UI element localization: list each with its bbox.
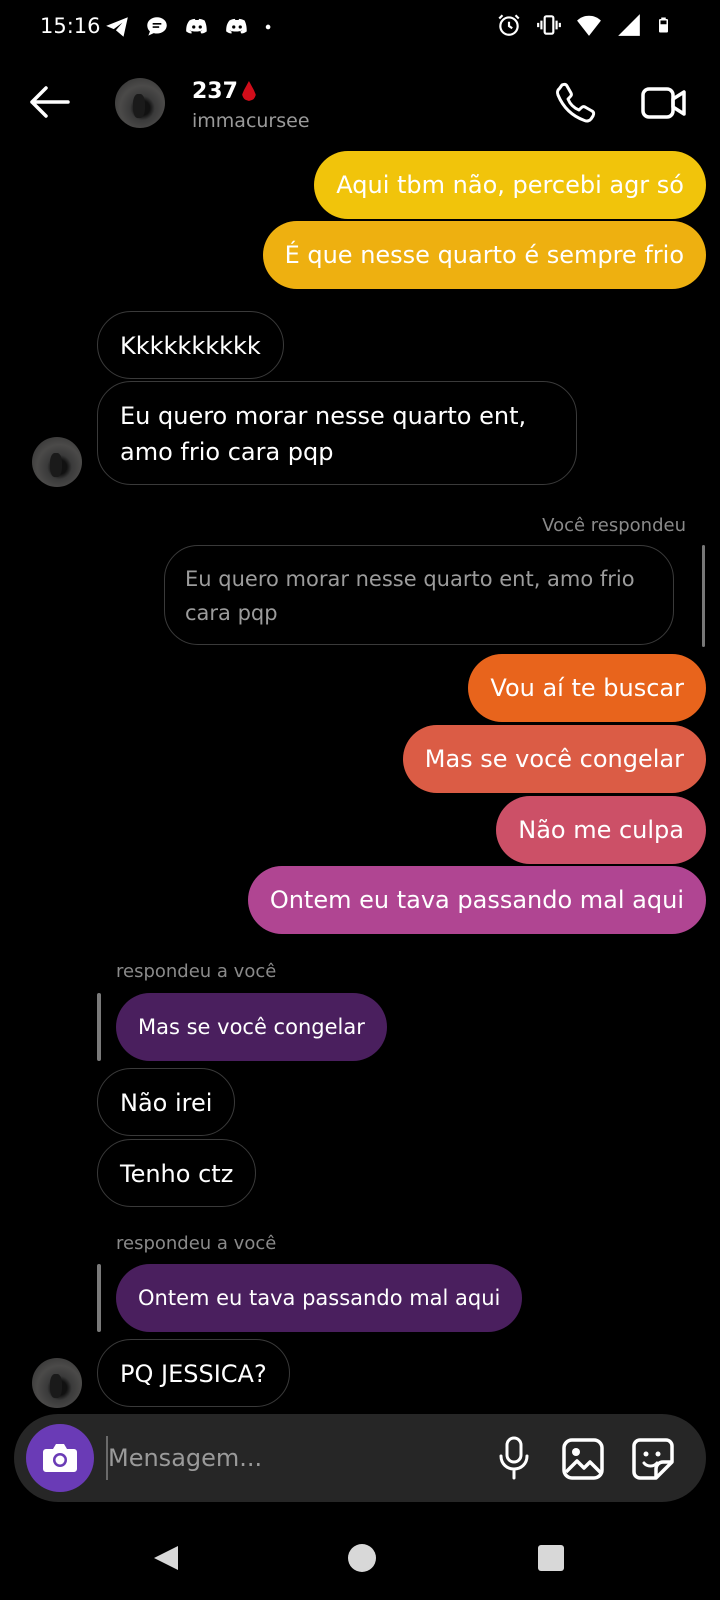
system-icons — [496, 12, 674, 38]
system-navbar — [0, 1520, 720, 1600]
microphone-icon[interactable] — [494, 1434, 534, 1482]
video-camera-icon[interactable] — [640, 80, 688, 126]
nav-recents-icon[interactable] — [538, 1545, 564, 1571]
reply-indicator-bar — [702, 545, 705, 647]
reply-label: Você respondeu — [542, 515, 686, 536]
reply-quote[interactable]: Mas se você congelar — [116, 993, 387, 1061]
chat-bubble-icon — [147, 17, 167, 36]
battery-icon — [659, 17, 668, 33]
message-outgoing[interactable]: Não me culpa — [496, 796, 706, 864]
notification-icons — [104, 14, 278, 40]
contact-username[interactable]: immacursee — [192, 110, 310, 132]
camera-icon — [43, 1444, 77, 1472]
status-bar: 15:16 — [0, 0, 720, 56]
message-outgoing[interactable]: Aqui tbm não, percebi agr só — [314, 151, 706, 219]
message-incoming[interactable]: Tenho ctz — [97, 1139, 257, 1207]
alarm-icon — [498, 14, 520, 36]
avatar[interactable] — [32, 437, 82, 487]
reply-label: respondeu a você — [116, 1233, 277, 1254]
reply-label: respondeu a você — [116, 961, 277, 982]
message-line: Eu quero morar nesse quarto ent, — [120, 402, 527, 430]
sticker-icon[interactable] — [630, 1436, 676, 1482]
message-outgoing[interactable]: Ontem eu tava passando mal aqui — [247, 866, 706, 934]
wifi-icon — [577, 15, 601, 36]
drop-of-blood-emoji — [241, 81, 256, 101]
nav-back-icon[interactable] — [150, 1542, 182, 1574]
message-composer — [14, 1414, 706, 1502]
chat-header: 237 immacursee — [0, 70, 720, 140]
message-incoming[interactable]: Não irei — [97, 1068, 236, 1136]
reply-quote[interactable]: Eu quero morar nesse quarto ent, amo fri… — [164, 545, 674, 645]
gallery-icon[interactable] — [560, 1436, 606, 1482]
reply-indicator-bar — [97, 1264, 101, 1332]
discord-icon — [226, 18, 247, 34]
quote-line: cara pqp — [185, 601, 278, 625]
telegram-icon — [106, 17, 128, 37]
message-outgoing[interactable]: É que nesse quarto é sempre frio — [262, 221, 706, 289]
phone-icon[interactable] — [553, 80, 599, 126]
signal-icon — [618, 14, 640, 36]
contact-name[interactable]: 237 — [192, 78, 256, 104]
discord-icon — [186, 18, 207, 34]
reply-indicator-bar — [97, 993, 101, 1061]
message-incoming[interactable]: Eu quero morar nesse quarto ent, amo fri… — [97, 381, 577, 485]
camera-button[interactable] — [26, 1424, 94, 1492]
contact-name-text: 237 — [192, 79, 238, 104]
message-incoming[interactable]: PQ JESSICA? — [97, 1339, 290, 1407]
reply-quote[interactable]: Ontem eu tava passando mal aqui — [116, 1264, 523, 1332]
message-incoming[interactable]: Kkkkkkkkkk — [97, 311, 284, 379]
arrow-left-icon[interactable] — [24, 82, 74, 122]
message-line: amo frio cara pqp — [120, 438, 334, 466]
message-outgoing[interactable]: Vou aí te buscar — [468, 654, 706, 722]
quote-line: Eu quero morar nesse quarto ent, amo fri… — [185, 567, 635, 591]
message-input[interactable] — [108, 1434, 468, 1482]
vibrate-icon — [537, 15, 561, 35]
status-time: 15:16 — [40, 14, 101, 38]
message-outgoing[interactable]: Mas se você congelar — [402, 725, 706, 793]
nav-home-icon[interactable] — [348, 1544, 376, 1572]
avatar[interactable] — [32, 1358, 82, 1408]
avatar[interactable] — [115, 78, 165, 128]
dot-icon — [265, 24, 271, 30]
